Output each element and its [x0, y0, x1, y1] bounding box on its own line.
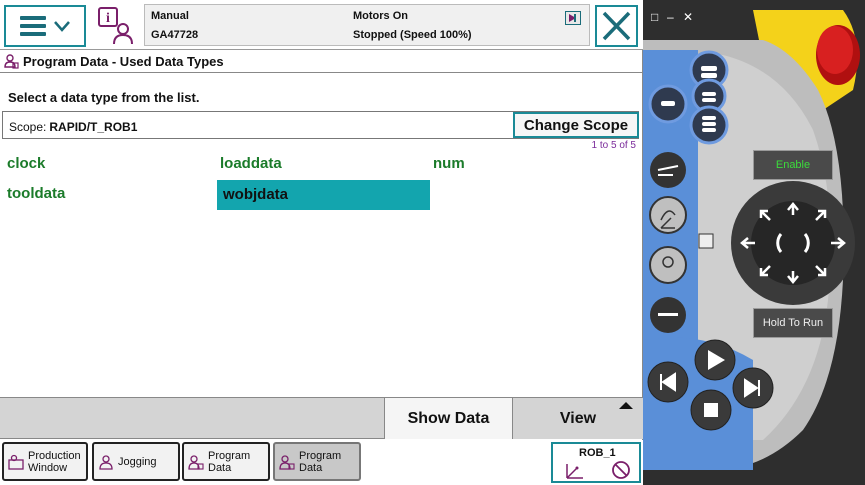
taskbar: Production Window Jogging Program Data Pro… — [0, 440, 643, 485]
production-window-icon — [8, 454, 24, 470]
jogging-icon — [99, 454, 113, 470]
program-state: Stopped (Speed 100%) — [353, 29, 472, 41]
emergency-stop-button[interactable] — [816, 25, 860, 85]
event-log-icon[interactable]: i — [96, 6, 136, 46]
show-data-button[interactable]: Show Data — [384, 398, 512, 439]
command-bar: Show Data View — [0, 397, 643, 439]
caret-up-icon — [619, 402, 633, 409]
data-type-wobjdata[interactable]: wobjdata — [217, 180, 430, 210]
scope-label: Scope: RAPID/T_ROB1 — [9, 120, 138, 134]
close-button[interactable] — [595, 5, 638, 47]
instruction-text: Select a data type from the list. — [8, 90, 200, 105]
data-type-clock[interactable]: clock — [1, 149, 201, 179]
main-menu-button[interactable] — [4, 5, 86, 47]
scope-value: RAPID/T_ROB1 — [49, 120, 138, 134]
data-type-num[interactable]: num — [427, 149, 627, 179]
change-scope-button[interactable]: Change Scope — [513, 112, 639, 138]
motors-state: Motors On — [353, 10, 408, 22]
task-jogging[interactable]: Jogging — [92, 442, 180, 481]
quickset-robot-button[interactable]: ROB_1 — [551, 442, 641, 483]
flexpendant-device: □ – ✕ Enable Hold To Run — [643, 0, 865, 485]
task-production-window[interactable]: Production Window — [2, 442, 88, 481]
controller-id: GA47728 — [151, 29, 199, 41]
program-data-icon — [4, 54, 19, 69]
program-data-icon — [279, 454, 295, 470]
data-type-tooldata[interactable]: tooldata — [1, 179, 201, 209]
program-data-icon — [188, 454, 204, 470]
chevron-down-icon — [54, 21, 70, 32]
joystick[interactable] — [731, 181, 855, 305]
hamburger-icon — [20, 16, 46, 36]
jog-mode-icon — [566, 461, 630, 479]
close-icon — [602, 11, 631, 41]
view-title: Program Data - Used Data Types — [23, 54, 224, 69]
operating-mode: Manual — [151, 10, 189, 22]
svg-text:i: i — [106, 11, 110, 26]
view-title-bar: Program Data - Used Data Types — [0, 51, 643, 73]
data-type-loaddata[interactable]: loaddata — [214, 149, 414, 179]
task-status-icon — [565, 11, 581, 25]
status-bar: Manual GA47728 Motors On Stopped (Speed … — [144, 4, 590, 46]
scope-row: Scope: RAPID/T_ROB1 Change Scope — [2, 111, 639, 139]
device-body — [643, 10, 860, 470]
view-menu-button[interactable]: View — [512, 398, 643, 439]
task-program-data-2[interactable]: Program Data — [273, 442, 361, 481]
hold-to-run-button[interactable]: Hold To Run — [753, 308, 833, 338]
flexpendant-window: i Manual GA47728 Motors On Stopped (Spee… — [0, 0, 865, 485]
enable-button[interactable]: Enable — [753, 150, 833, 180]
top-bar: i Manual GA47728 Motors On Stopped (Spee… — [0, 0, 643, 50]
task-program-data-1[interactable]: Program Data — [182, 442, 270, 481]
pendant-screen: i Manual GA47728 Motors On Stopped (Spee… — [0, 0, 643, 485]
